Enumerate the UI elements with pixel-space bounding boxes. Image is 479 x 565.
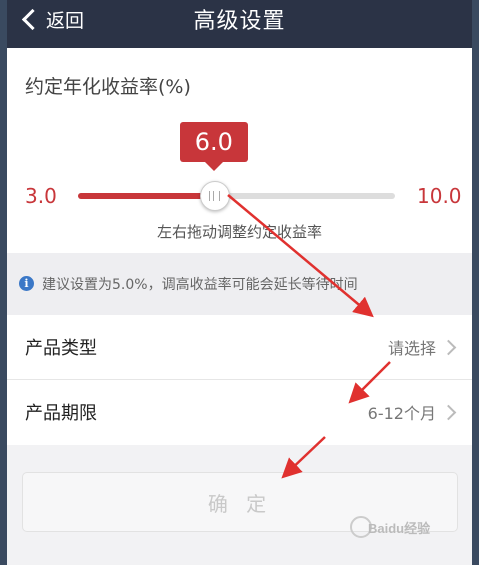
rate-slider-track[interactable]	[78, 181, 395, 211]
tip-text: 建议设置为5.0%，调高收益率可能会延长等待时间	[42, 277, 358, 293]
rate-value-bubble: 6.0	[179, 122, 248, 171]
watermark-text: Baidu经验	[368, 521, 431, 536]
slider-hint: 左右拖动调整约定收益率	[156, 223, 322, 241]
rate-min-label: 3.0	[25, 184, 57, 208]
product-term-value: 6-12个月	[367, 404, 436, 423]
rate-panel: 约定年化收益率(%) 6.0 3.0 10.0 左右拖动调整约定收益率	[7, 48, 472, 253]
rate-title: 约定年化收益率(%)	[25, 76, 191, 98]
rate-slider-fill	[78, 193, 214, 199]
page-title: 高级设置	[193, 9, 286, 34]
chevron-right-icon	[440, 339, 457, 355]
app-header: 返回 高级设置	[7, 0, 472, 48]
options-list: 产品类型 请选择 产品期限 6-12个月	[7, 315, 472, 445]
watermark: Baidu经验	[350, 508, 462, 548]
product-term-label: 产品期限	[25, 403, 97, 424]
tip-bar: i 建议设置为5.0%，调高收益率可能会延长等待时间	[7, 253, 472, 315]
info-icon: i	[19, 276, 34, 291]
chevron-right-icon	[440, 404, 457, 420]
right-edge-strip	[472, 0, 479, 565]
product-type-value: 请选择	[387, 339, 436, 358]
product-type-label: 产品类型	[25, 338, 97, 359]
rate-slider-thumb[interactable]	[199, 181, 230, 211]
rate-max-label: 10.0	[417, 184, 462, 208]
product-type-row[interactable]: 产品类型 请选择	[7, 315, 472, 380]
left-edge-strip	[0, 0, 7, 565]
grip-icon	[209, 191, 221, 201]
product-term-row[interactable]: 产品期限 6-12个月	[7, 380, 472, 444]
